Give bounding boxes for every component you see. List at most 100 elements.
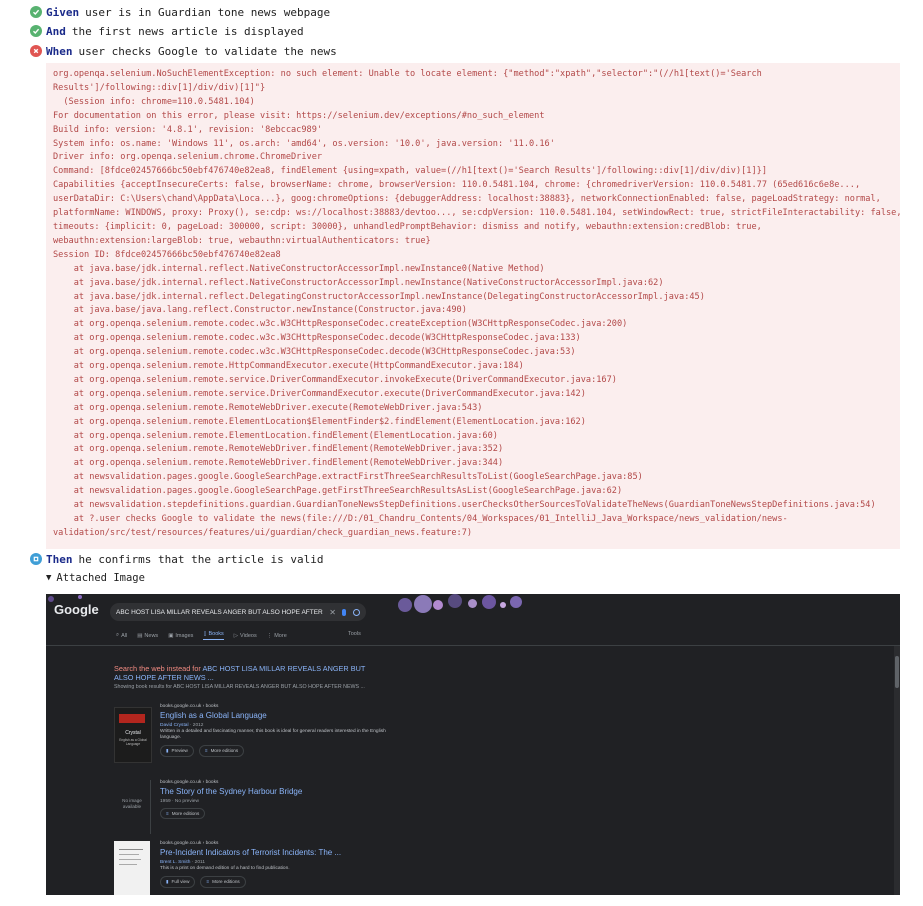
- error-line: at org.openqa.selenium.remote.RemoteWebD…: [53, 402, 483, 413]
- error-stacktrace: org.openqa.selenium.NoSuchElementExcepti…: [46, 63, 900, 549]
- step-text: user checks Google to validate the news: [78, 44, 337, 58]
- error-line: userDataDir: C:\Users\chand\AppData\Loca…: [53, 194, 881, 205]
- error-line: at java.base/java.lang.reflect.Construct…: [53, 305, 467, 316]
- error-line: webauthn:extension:largeBlob: true, weba…: [53, 235, 431, 246]
- step-text: user is in Guardian tone news webpage: [85, 5, 331, 19]
- result-description: This is a print on demand edition of a h…: [160, 866, 290, 871]
- tab-images[interactable]: ▣ Images: [168, 631, 193, 640]
- error-line: Build info: version: '4.8.1', revision: …: [53, 124, 323, 135]
- error-line: For documentation on this error, please …: [53, 110, 545, 121]
- error-line: platformName: WINDOWS, proxy: Proxy(), s…: [53, 208, 900, 219]
- step-keyword: Given: [46, 5, 80, 19]
- error-line: Command: [8fdce02457666bc50ebf476740e82e…: [53, 166, 767, 177]
- search-icon: ⌕: [116, 632, 120, 638]
- image-icon: ▣: [168, 632, 174, 639]
- search-tabs: ⌕ All ▤ News ▣ Images ▯ Books ▷ Videos ⋮ More: [116, 631, 287, 640]
- preview-button[interactable]: ▮ Preview: [160, 745, 194, 757]
- error-line: org.openqa.selenium.NoSuchElementExcepti…: [53, 69, 762, 79]
- result-source: books.google.co.uk › books: [160, 704, 219, 709]
- result-source: books.google.co.uk › books: [160, 780, 219, 785]
- error-line: at org.openqa.selenium.remote.RemoteWebD…: [53, 444, 504, 455]
- book-cover[interactable]: Crystal English as a Global Language: [114, 707, 152, 763]
- book-icon: ▮: [166, 748, 169, 753]
- scrollbar-thumb[interactable]: [895, 656, 899, 688]
- error-line: at org.openqa.selenium.remote.RemoteWebD…: [53, 458, 504, 469]
- step-and: And the first news article is displayed: [30, 23, 304, 39]
- attached-image-label: Attached Image: [56, 572, 145, 584]
- step-keyword: And: [46, 24, 66, 38]
- result-author[interactable]: Brent L. Smith: [160, 860, 190, 865]
- attached-screenshot: Google ABC HOST LISA MILLAR REVEALS ANGE…: [46, 594, 900, 895]
- error-line: (Session info: chrome=110.0.5481.104): [53, 96, 255, 107]
- book-icon: ▯: [203, 631, 207, 637]
- error-line: Results']/following::div[1]/div/div)[1]"…: [53, 82, 266, 93]
- error-line: at java.base/jdk.internal.reflect.Native…: [53, 277, 664, 288]
- book-cover[interactable]: No image available: [114, 780, 151, 834]
- result-title-link[interactable]: Pre-Incident Indicators of Terrorist Inc…: [160, 848, 390, 857]
- error-line: Capabilities {acceptInsecureCerts: false…: [53, 180, 861, 191]
- error-line: at org.openqa.selenium.remote.codec.w3c.…: [53, 333, 581, 344]
- tab-books[interactable]: ▯ Books: [203, 631, 224, 640]
- error-line: at org.openqa.selenium.remote.ElementLoc…: [53, 416, 586, 427]
- error-line: at org.openqa.selenium.remote.ElementLoc…: [53, 430, 498, 441]
- more-editions-button[interactable]: ≡ More editions: [198, 745, 245, 757]
- result-title-link[interactable]: English as a Global Language: [160, 711, 390, 720]
- error-icon: [30, 45, 42, 57]
- info-icon: [30, 553, 42, 565]
- search-input[interactable]: ABC HOST LISA MILLAR REVEALS ANGER BUT A…: [110, 603, 366, 621]
- error-line: at org.openqa.selenium.remote.codec.w3c.…: [53, 319, 628, 330]
- error-line: at org.openqa.selenium.remote.codec.w3c.…: [53, 347, 576, 358]
- clear-icon[interactable]: ✕: [329, 608, 336, 617]
- error-line: at org.openqa.selenium.remote.HttpComman…: [53, 361, 524, 372]
- mic-icon[interactable]: [342, 608, 346, 616]
- error-line: at ?.user checks Google to validate the …: [53, 514, 788, 524]
- error-line: at newsvalidation.pages.google.GoogleSea…: [53, 472, 643, 483]
- triangle-down-icon: ▼: [46, 573, 52, 583]
- more-editions-button[interactable]: ≡ More editions: [160, 808, 206, 819]
- more-icon: ⋮: [266, 632, 273, 639]
- more-editions-button[interactable]: ≡ More editions: [200, 876, 246, 888]
- error-line: at org.openqa.selenium.remote.service.Dr…: [53, 374, 617, 385]
- tools-button[interactable]: Tools: [348, 631, 361, 637]
- error-line: Session ID: 8fdce02457666bc50ebf476740e8…: [53, 249, 281, 260]
- error-line: at newsvalidation.pages.google.GoogleSea…: [53, 486, 623, 497]
- attached-image-toggle[interactable]: ▼ Attached Image: [46, 572, 145, 584]
- step-when: When user checks Google to validate the …: [30, 43, 337, 59]
- step-text: the first news article is displayed: [71, 24, 304, 38]
- result-author[interactable]: David Crystal: [160, 723, 189, 728]
- news-icon: ▤: [137, 632, 143, 639]
- result-year: 2011: [194, 860, 205, 865]
- step-text: he confirms that the article is valid: [78, 552, 324, 566]
- step-given: Given user is in Guardian tone news webp…: [30, 4, 330, 20]
- result-year: 1959 · No preview: [160, 799, 199, 804]
- list-icon: ≡: [204, 748, 208, 753]
- search-icon[interactable]: [353, 608, 360, 616]
- full-view-button[interactable]: ▮ Full view: [160, 876, 196, 888]
- tab-all[interactable]: ⌕ All: [116, 631, 127, 640]
- result-description: Written in a detailed and fascinating ma…: [160, 729, 386, 740]
- error-line: validation/src/test/resources/features/u…: [53, 527, 473, 538]
- spelling-suggestion: Search the web instead for ABC HOST LISA…: [114, 664, 374, 692]
- step-then: Then he confirms that the article is val…: [30, 551, 324, 567]
- book-icon: ▮: [166, 879, 169, 884]
- search-query: ABC HOST LISA MILLAR REVEALS ANGER BUT A…: [116, 608, 325, 616]
- tab-videos[interactable]: ▷ Videos: [234, 631, 257, 640]
- error-text: org.openqa.selenium.NoSuchElementExcepti…: [53, 68, 900, 541]
- check-icon: [30, 6, 42, 18]
- result-title-link[interactable]: The Story of the Sydney Harbour Bridge: [160, 787, 390, 796]
- step-keyword: When: [46, 44, 73, 58]
- divider: [46, 645, 900, 646]
- result-source: books.google.co.uk › books: [160, 841, 219, 846]
- video-icon: ▷: [233, 632, 238, 639]
- error-line: System info: os.name: 'Windows 11', os.a…: [53, 138, 555, 149]
- google-logo[interactable]: Google: [54, 602, 99, 617]
- step-keyword: Then: [46, 552, 73, 566]
- error-line: at newsvalidation.stepdefinitions.guardi…: [53, 500, 876, 511]
- error-line: at java.base/jdk.internal.reflect.Delega…: [53, 291, 705, 302]
- error-line: at java.base/jdk.internal.reflect.Native…: [53, 263, 545, 274]
- showing-results-text: Showing book results for ABC HOST LISA M…: [114, 684, 365, 690]
- tab-more[interactable]: ⋮ More: [267, 631, 287, 640]
- tab-news[interactable]: ▤ News: [137, 631, 158, 640]
- error-line: at org.openqa.selenium.remote.service.Dr…: [53, 388, 586, 399]
- book-cover[interactable]: [114, 841, 150, 895]
